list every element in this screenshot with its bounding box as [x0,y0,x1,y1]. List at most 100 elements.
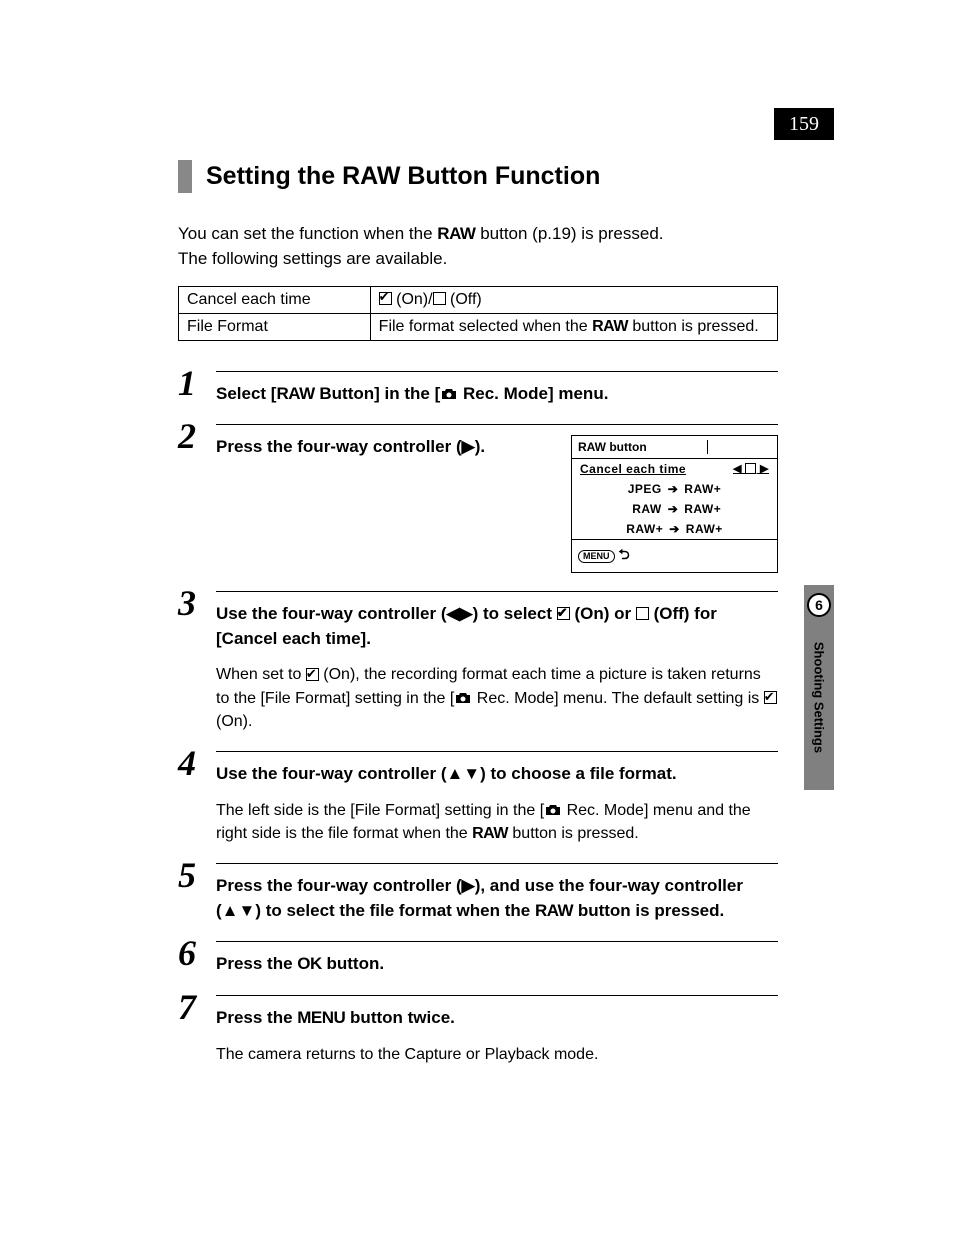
heading-bar [178,160,192,193]
step-7: 7 Press the MENU button twice. The camer… [178,995,778,1066]
step-4: 4 Use the four-way controller (▲▼) to ch… [178,751,778,845]
updown-arrow-icon: ▲▼ [446,764,480,783]
step-number: 6 [178,935,216,971]
step-body: Press the four-way controller (▶), and u… [216,863,778,923]
leftright-arrow-icon: ◀▶ [446,604,472,623]
step-6: 6 Press the OK button. [178,941,778,977]
step-body: Press the OK button. [216,941,778,977]
checkbox-on-icon [764,691,777,704]
table-row: Cancel each time (On)/ (Off) [179,286,778,313]
raw-label: RAW [535,901,573,920]
intro-line-2: The following settings are available. [178,249,447,268]
ff-a: File format selected when the [379,318,592,335]
return-arrow-icon: ⮌ [619,544,630,568]
step-title: Press the four-way controller (▶), and u… [216,874,778,923]
right-arrow-icon: ▶ [462,437,475,456]
t: When set to [216,666,306,683]
chapter-label: Shooting Settings [812,628,827,768]
t: RAW+ [626,522,663,536]
t: (On) or [570,604,636,623]
intro-text: You can set the function when the RAW bu… [178,221,778,272]
step-body: Press the MENU button twice. The camera … [216,995,778,1066]
table-row: File Format File format selected when th… [179,313,778,340]
step-number: 7 [178,989,216,1025]
t: RAW+ [684,502,721,516]
step-number: 5 [178,857,216,893]
lcd-format-row: RAW+➔RAW+ [572,519,777,539]
cell-cancel-label: Cancel each time [179,286,371,313]
step-number: 1 [178,365,216,401]
checkbox-on-icon [379,292,392,305]
step-body: Use the four-way controller (◀▶) to sele… [216,591,778,733]
right-arrow-icon: ▶ [462,876,475,895]
t: Press the [216,1008,297,1027]
lcd-title: RAW button [578,440,708,454]
t: Press the four-way controller ( [216,437,462,456]
t: RAW+ [684,482,721,496]
step-number: 3 [178,585,216,621]
t: RAW+ [686,522,723,536]
step-5: 5 Press the four-way controller (▶), and… [178,863,778,923]
t: ) to choose a file format. [480,764,676,783]
step-body: Select [RAW Button] in the [ Rec. Mode] … [216,371,778,407]
step-number: 2 [178,418,216,454]
page-number: 159 [774,108,834,140]
t: ) to select [473,604,557,623]
t: The left side is the [File Format] setti… [216,802,544,819]
step-3: 3 Use the four-way controller (◀▶) to se… [178,591,778,733]
step-title: Use the four-way controller (◀▶) to sele… [216,602,778,651]
step-body: Press the four-way controller (▶). RAW b… [216,424,778,573]
cell-fileformat-label: File Format [179,313,371,340]
t: JPEG [628,482,662,496]
camera-icon [454,691,472,705]
cell-cancel-value: (On)/ (Off) [370,286,777,313]
camera-icon [544,803,562,817]
chapter-number-badge: 6 [807,593,831,617]
page-title: Setting the RAW Button Function [206,160,600,193]
menu-pill: MENU [578,550,615,563]
step-number: 4 [178,745,216,781]
lcd-format-row: RAW➔RAW+ [572,499,777,519]
t: button is pressed. [508,825,639,842]
settings-table: Cancel each time (On)/ (Off) File Format… [178,286,778,341]
t: Button] in the [ [315,384,441,403]
t: button twice. [345,1008,455,1027]
t: RAW [628,502,662,516]
raw-label: RAW [437,224,475,243]
checkbox-off-icon [636,607,649,620]
checkbox-on-icon [306,668,319,681]
menu-label: MENU [297,1008,345,1027]
checkbox-on-icon [557,607,570,620]
off-text: (Off) [446,291,482,308]
step-description: The left side is the [File Format] setti… [216,799,778,845]
t: button is pressed. [573,901,724,920]
ok-label: OK [297,954,322,973]
t: button. [322,954,384,973]
raw-label: RAW [276,384,314,403]
step-title: Use the four-way controller (▲▼) to choo… [216,762,778,787]
cell-fileformat-value: File format selected when the RAW button… [370,313,777,340]
step-title: Press the OK button. [216,952,778,977]
t: Select [ [216,384,276,403]
lcd-cancel-label: Cancel each time [580,462,686,476]
heading-row: Setting the RAW Button Function [178,160,778,193]
step-body: Use the four-way controller (▲▼) to choo… [216,751,778,845]
camera-icon [440,387,458,401]
step-2: 2 Press the four-way controller (▶). RAW… [178,424,778,573]
ff-b: button is pressed. [628,318,759,335]
checkbox-off-icon [433,292,446,305]
t: Rec. Mode] menu. [458,384,608,403]
lcd-arrows: ◀ ▶ [733,462,769,476]
step-title: Press the four-way controller (▶). [216,435,553,460]
t: Press the four-way controller ( [216,876,462,895]
t: Rec. Mode] menu. The default setting is [472,690,763,707]
t: Use the four-way controller ( [216,604,446,623]
step-title: Press the MENU button twice. [216,1006,778,1031]
raw-label: RAW [472,825,508,842]
on-text: (On)/ [392,291,433,308]
step-description: When set to (On), the recording format e… [216,663,778,733]
step-description: The camera returns to the Capture or Pla… [216,1043,778,1066]
raw-label: RAW [592,318,628,335]
step-1: 1 Select [RAW Button] in the [ Rec. Mode… [178,371,778,407]
step-title: Select [RAW Button] in the [ Rec. Mode] … [216,382,778,407]
